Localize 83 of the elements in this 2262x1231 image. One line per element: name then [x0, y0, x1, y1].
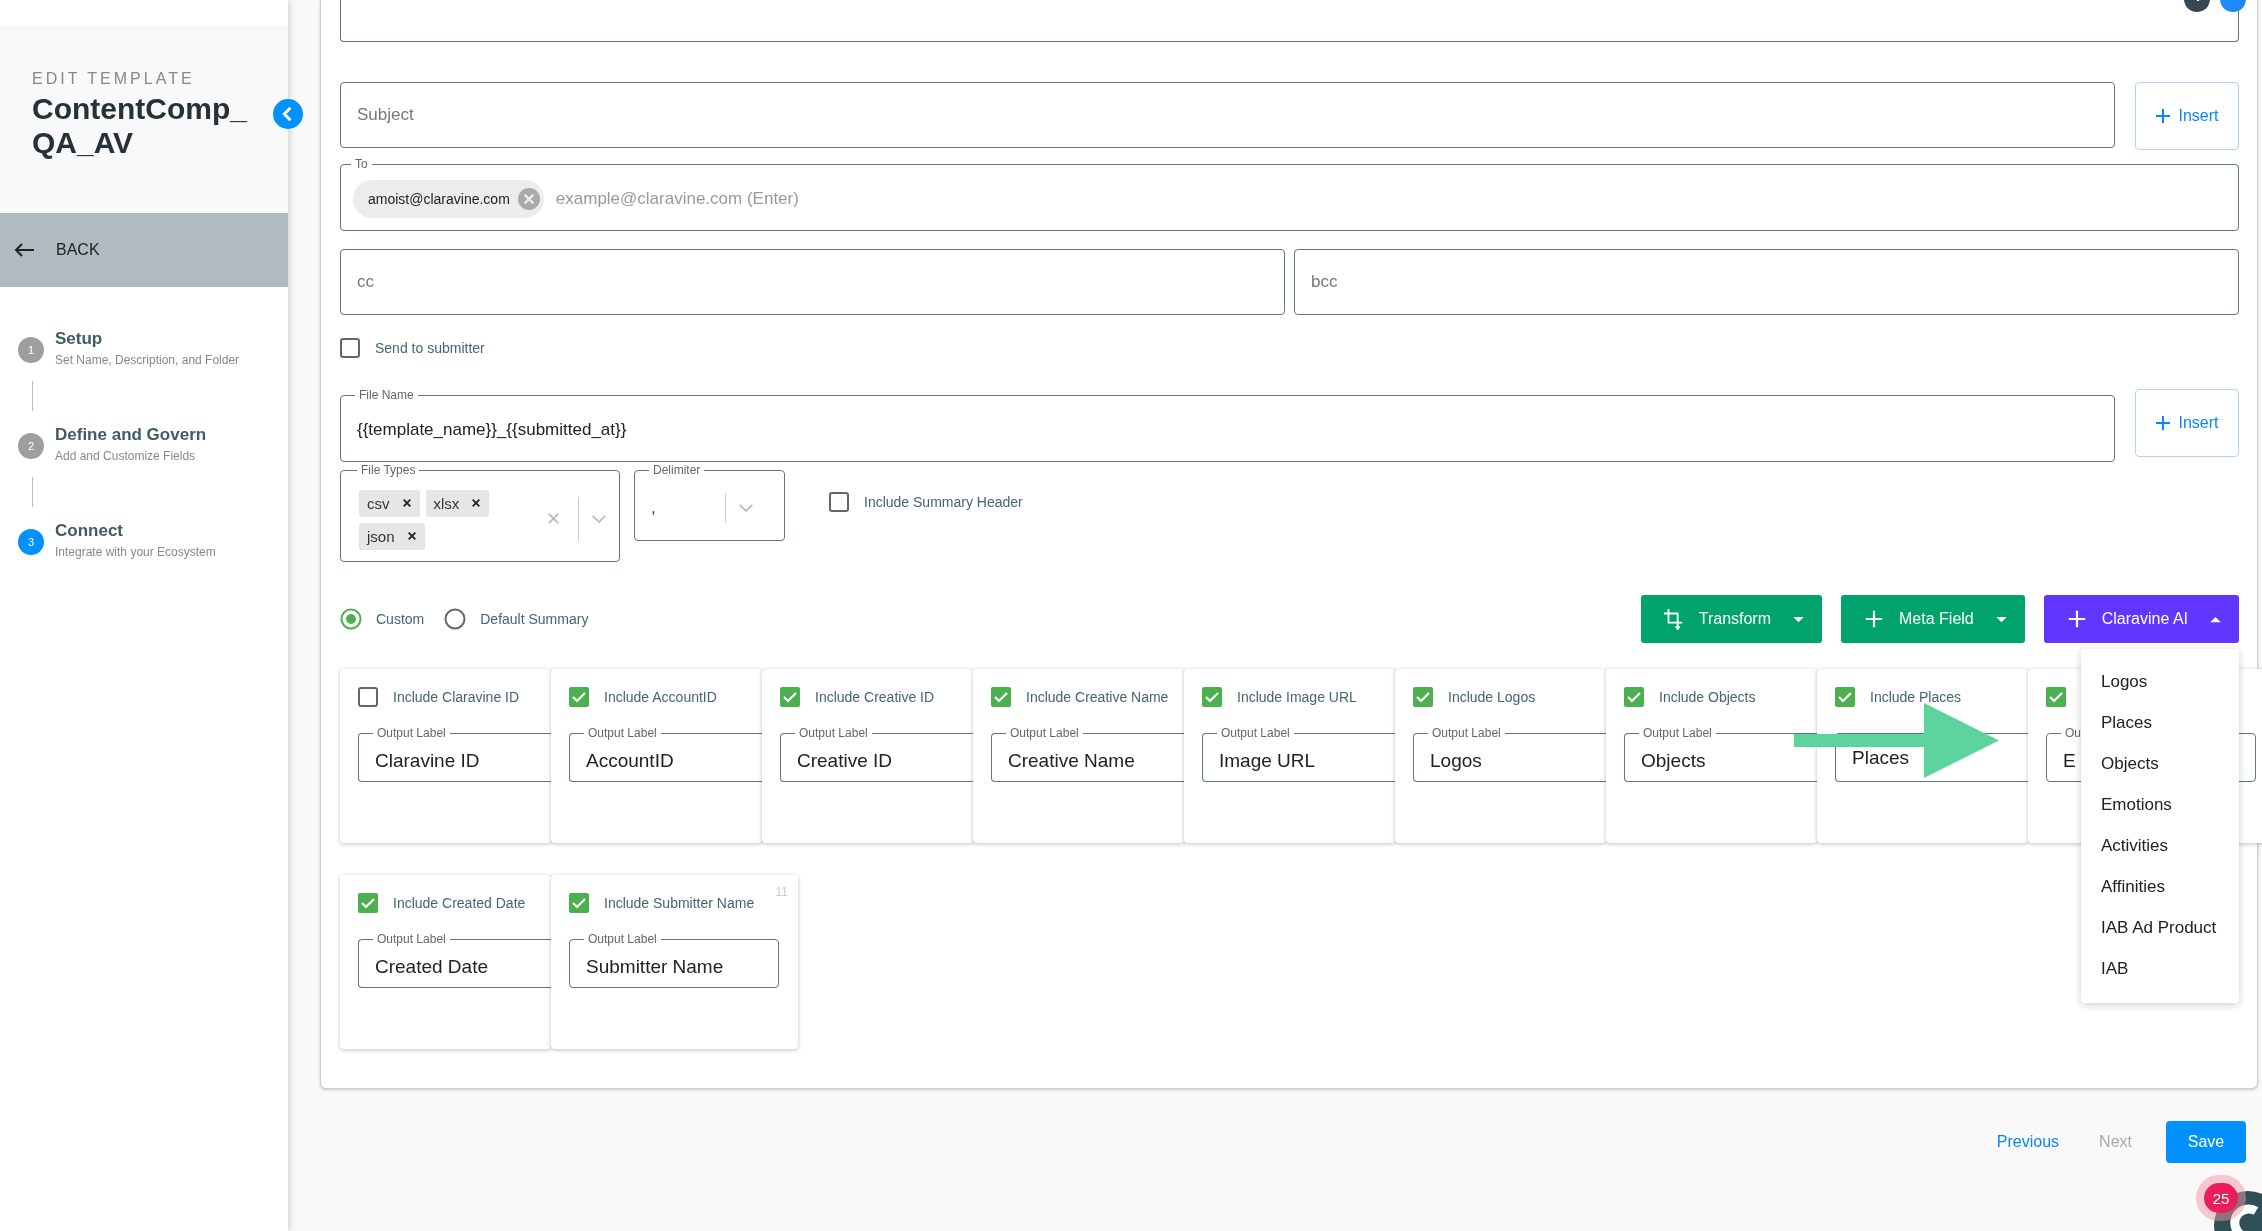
remove-icon[interactable]	[471, 498, 482, 508]
checkbox[interactable]	[1624, 687, 1644, 707]
step-number: 3	[18, 529, 44, 555]
checkbox-label[interactable]: Include Logos	[1448, 689, 1536, 705]
radio-label[interactable]: Custom	[376, 611, 425, 627]
chevron-down-icon[interactable]	[591, 513, 607, 524]
menu-item[interactable]: Affinities	[2081, 866, 2239, 907]
cc-field[interactable]: cc	[340, 249, 1285, 315]
clear-icon[interactable]	[547, 512, 560, 525]
menu-item[interactable]: IAB Ad Product	[2081, 907, 2239, 948]
crop-icon	[1662, 608, 1685, 630]
plus-icon	[2155, 415, 2172, 431]
menu-item[interactable]: IAB	[2081, 948, 2239, 989]
step-subtitle: Set Name, Description, and Folder	[55, 353, 240, 367]
step-title[interactable]: Setup	[55, 329, 240, 349]
checkbox-label[interactable]: Include Places	[1870, 689, 1962, 705]
step-number: 2	[18, 433, 44, 459]
checkbox-label[interactable]: Send to submitter	[375, 340, 485, 356]
checkbox-label[interactable]: Include Submitter Name	[604, 895, 755, 911]
remove-icon[interactable]	[401, 498, 412, 508]
checkbox-label[interactable]: Include AccountID	[604, 689, 717, 705]
step-number: 1	[18, 337, 44, 363]
checkbox[interactable]	[340, 338, 360, 358]
insert-button[interactable]: Insert	[2135, 82, 2239, 150]
arrow-left-icon	[14, 242, 36, 258]
checkbox-label[interactable]: Include Created Date	[393, 895, 526, 911]
checkbox-label[interactable]: Include Claravine ID	[393, 689, 520, 705]
output-label-field[interactable]: Output Label Claravine ID	[358, 727, 551, 782]
remove-icon[interactable]	[406, 531, 417, 541]
output-label-field[interactable]: Output Label Created Date	[358, 933, 551, 988]
radio-label[interactable]: Default Summary	[480, 611, 589, 627]
step-title[interactable]: Define and Govern	[55, 425, 207, 445]
checkbox-label[interactable]: Include Creative ID	[815, 689, 935, 705]
menu-item[interactable]: Activities	[2081, 825, 2239, 866]
checkbox[interactable]	[780, 687, 800, 707]
output-label-field[interactable]: Output Label Image URL	[1202, 727, 1395, 782]
email-chip[interactable]: amoist@claravine.com	[353, 180, 544, 218]
checkbox[interactable]	[1835, 687, 1855, 707]
previous-button[interactable]: Previous	[1976, 1133, 2080, 1151]
output-label-field[interactable]: Output Label Creative ID	[780, 727, 973, 782]
subject-field[interactable]: Subject	[340, 82, 2115, 148]
checkbox[interactable]	[569, 687, 589, 707]
checkbox[interactable]	[991, 687, 1011, 707]
insert-button[interactable]: Insert	[2135, 389, 2239, 457]
checkbox-label[interactable]: Include Summary Header	[864, 494, 1023, 510]
chevron-down-icon[interactable]	[738, 503, 754, 513]
back-button[interactable]: BACK	[0, 213, 288, 287]
delimiter-select[interactable]: Delimiter ,	[634, 464, 785, 541]
notification-badge[interactable]: 25	[2204, 1183, 2238, 1213]
radio-button[interactable]	[340, 608, 362, 630]
text-field[interactable]	[340, 0, 2239, 42]
menu-item[interactable]: Emotions	[2081, 784, 2239, 825]
step-subtitle: Integrate with your Ecosystem	[55, 545, 216, 559]
plus-icon	[2155, 108, 2172, 124]
checkbox[interactable]	[1413, 687, 1433, 707]
page-eyebrow: EDIT TEMPLATE	[32, 70, 196, 88]
menu-item[interactable]: Objects	[2081, 743, 2239, 784]
file-types-select[interactable]: File Types csv xlsx json	[340, 464, 620, 562]
checkbox[interactable]	[569, 893, 589, 913]
checkbox-label[interactable]: Include Image URL	[1237, 689, 1357, 705]
template-title: ContentComp_QA_AV	[32, 92, 247, 160]
bcc-field[interactable]: bcc	[1294, 249, 2239, 315]
checkbox[interactable]	[1202, 687, 1222, 707]
action-button[interactable]: Claravine AI	[2043, 595, 2239, 643]
step-title[interactable]: Connect	[55, 521, 216, 541]
checkbox-label[interactable]: Include Creative Name	[1026, 689, 1169, 705]
output-label-field[interactable]: Output Label Logos	[1413, 727, 1606, 782]
file-name-field[interactable]: File Name {{template_name}}_{{submitted_at}}	[340, 389, 2115, 462]
checkbox[interactable]	[358, 893, 378, 913]
collapse-icon[interactable]	[273, 99, 303, 129]
checkbox[interactable]	[829, 492, 849, 512]
to-field[interactable]: To amoist@claravine.com example@claravine.com (Enter)	[340, 158, 2239, 231]
output-label-field[interactable]: Output Label Submitter Name	[569, 933, 779, 988]
radio-button[interactable]	[444, 608, 467, 630]
checkbox[interactable]	[358, 687, 378, 707]
checkbox[interactable]	[2046, 687, 2066, 707]
output-label-field[interactable]: Output Label Creative Name	[991, 727, 1184, 782]
step-subtitle: Add and Customize Fields	[55, 449, 197, 463]
checkbox-label[interactable]: Include Objects	[1659, 689, 1756, 705]
menu-item[interactable]: Logos	[2081, 661, 2239, 702]
output-label-field[interactable]: Output Label Objects	[1624, 727, 1817, 782]
output-label-field[interactable]: Output Label AccountID	[569, 727, 762, 782]
menu-item[interactable]: Places	[2081, 702, 2239, 743]
